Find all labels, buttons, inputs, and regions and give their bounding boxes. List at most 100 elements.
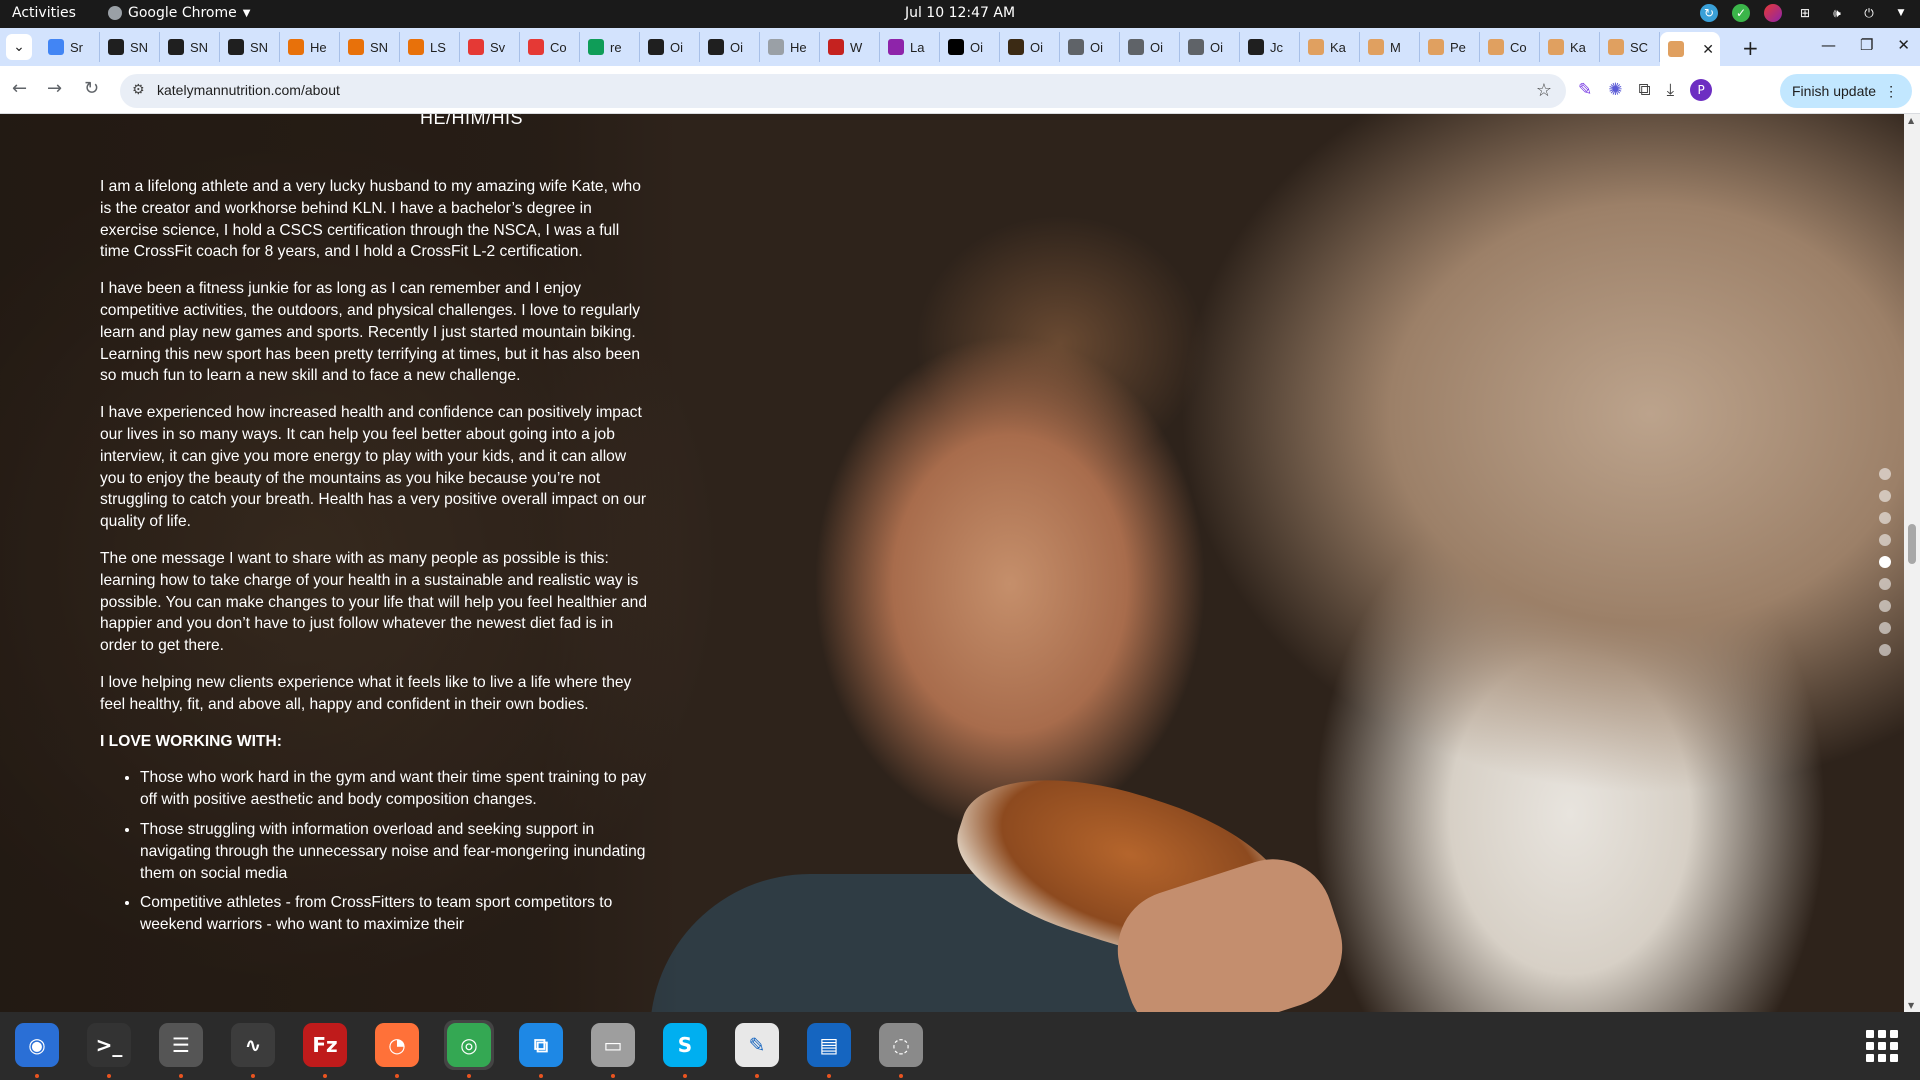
scroll-up-arrow-icon[interactable]: ▲ bbox=[1908, 116, 1914, 125]
tab[interactable]: SC bbox=[1600, 32, 1660, 62]
app-menu[interactable]: Google Chrome ▼ bbox=[108, 5, 250, 21]
tab[interactable]: Ka bbox=[1540, 32, 1600, 62]
close-icon[interactable]: ✕ bbox=[1897, 36, 1910, 54]
activities-button[interactable]: Activities bbox=[12, 5, 76, 21]
tab[interactable]: Oi bbox=[1180, 32, 1240, 62]
ubuntu-dock: ◉ >_ ☰ ∿ Fz ◔ ◎ ⧉ ▭ S ✎ ▤ ◌ bbox=[0, 1012, 1920, 1080]
section-dot[interactable] bbox=[1879, 556, 1891, 568]
dock-disks[interactable]: ◌ bbox=[876, 1020, 926, 1070]
tab[interactable]: SN bbox=[100, 32, 160, 62]
tab[interactable]: Oi bbox=[700, 32, 760, 62]
tab-label: Co bbox=[1510, 39, 1527, 55]
tab[interactable]: re bbox=[580, 32, 640, 62]
tab[interactable]: Jc bbox=[1240, 32, 1300, 62]
tab[interactable]: SN bbox=[340, 32, 400, 62]
tab-label: Oi bbox=[730, 39, 743, 55]
finish-update-button[interactable]: Finish update ⋮ bbox=[1780, 74, 1913, 108]
dock-files[interactable]: ▭ bbox=[588, 1020, 638, 1070]
section-dot[interactable] bbox=[1879, 468, 1891, 480]
back-icon[interactable]: ← bbox=[12, 78, 27, 99]
tab[interactable]: W bbox=[820, 32, 880, 62]
tab[interactable]: SN bbox=[160, 32, 220, 62]
tab[interactable]: Co bbox=[1480, 32, 1540, 62]
owl-icon bbox=[1128, 39, 1144, 55]
restore-icon[interactable]: ❐ bbox=[1860, 36, 1873, 54]
puzzle-icon[interactable]: ⧉ bbox=[1639, 80, 1651, 100]
address-bar[interactable]: ⚙ katelymannutrition.com/about ☆ bbox=[120, 74, 1566, 108]
section-dot[interactable] bbox=[1879, 578, 1891, 590]
gear-extension-icon[interactable]: ✺ bbox=[1608, 80, 1622, 100]
tab-label: He bbox=[790, 39, 807, 55]
site-info-icon[interactable]: ⚙ bbox=[132, 82, 145, 98]
pen-extension-icon[interactable]: ✎ bbox=[1578, 80, 1592, 100]
color-picker-icon[interactable] bbox=[1764, 4, 1782, 22]
section-nav-dots bbox=[1879, 468, 1891, 656]
dock-skype[interactable]: S bbox=[660, 1020, 710, 1070]
section-dot[interactable] bbox=[1879, 600, 1891, 612]
section-dot[interactable] bbox=[1879, 490, 1891, 502]
url-text[interactable]: katelymannutrition.com/about bbox=[157, 82, 340, 98]
dock-filezilla[interactable]: Fz bbox=[300, 1020, 350, 1070]
list-item: Those struggling with information overlo… bbox=[140, 819, 648, 884]
network-icon[interactable]: ⊞ bbox=[1796, 4, 1814, 22]
tab[interactable]: Oi bbox=[940, 32, 1000, 62]
tab[interactable]: M bbox=[1360, 32, 1420, 62]
tab[interactable]: Ka bbox=[1300, 32, 1360, 62]
dock-chrome[interactable]: ◎ bbox=[444, 1020, 494, 1070]
section-dot[interactable] bbox=[1879, 622, 1891, 634]
dock-document-viewer[interactable]: ▤ bbox=[804, 1020, 854, 1070]
tab[interactable]: Oi bbox=[640, 32, 700, 62]
tab-active[interactable]: ✕ bbox=[1660, 32, 1720, 66]
scrollbar-thumb[interactable] bbox=[1908, 524, 1916, 564]
section-dot[interactable] bbox=[1879, 512, 1891, 524]
dock-firefox[interactable]: ◔ bbox=[372, 1020, 422, 1070]
minimize-icon[interactable]: — bbox=[1821, 36, 1836, 54]
tab[interactable]: Co bbox=[520, 32, 580, 62]
scroll-down-arrow-icon[interactable]: ▼ bbox=[1908, 1001, 1914, 1010]
section-dot[interactable] bbox=[1879, 534, 1891, 546]
power-icon[interactable]: ⏻ bbox=[1860, 4, 1878, 22]
dock-text-editor[interactable]: ✎ bbox=[732, 1020, 782, 1070]
forward-icon[interactable]: → bbox=[47, 78, 62, 99]
bookmark-star-icon[interactable]: ☆ bbox=[1536, 80, 1552, 101]
profile-avatar[interactable]: P bbox=[1690, 79, 1713, 101]
reload-icon[interactable]: ↻ bbox=[84, 78, 99, 99]
dock-system-monitor[interactable]: ∿ bbox=[228, 1020, 278, 1070]
chevron-down-icon: ⌄ bbox=[13, 39, 25, 55]
tab[interactable]: Oi bbox=[1000, 32, 1060, 62]
tab[interactable]: Oi bbox=[1120, 32, 1180, 62]
dock-notes[interactable]: ☰ bbox=[156, 1020, 206, 1070]
vscode-icon: ⧉ bbox=[519, 1023, 563, 1067]
chevron-down-icon[interactable]: ▼ bbox=[1892, 4, 1910, 22]
tab[interactable]: He bbox=[280, 32, 340, 62]
tab[interactable]: SN bbox=[220, 32, 280, 62]
close-tab-icon[interactable]: ✕ bbox=[1702, 41, 1714, 58]
page-scrollbar[interactable]: ▲ ▼ bbox=[1904, 114, 1920, 1012]
sn-icon bbox=[108, 39, 124, 55]
show-apps-icon[interactable] bbox=[1866, 1030, 1898, 1062]
cookie-icon bbox=[1668, 41, 1684, 57]
thunderbird-icon: ◉ bbox=[15, 1023, 59, 1067]
download-icon[interactable]: ⤓ bbox=[1667, 80, 1675, 100]
tab[interactable]: He bbox=[760, 32, 820, 62]
tab[interactable]: Sr bbox=[40, 32, 100, 62]
dock-vscode[interactable]: ⧉ bbox=[516, 1020, 566, 1070]
update-icon[interactable]: ↻ bbox=[1700, 4, 1718, 22]
cookie-icon bbox=[1368, 39, 1384, 55]
dock-thunderbird[interactable]: ◉ bbox=[12, 1020, 62, 1070]
tab-search-button[interactable]: ⌄ bbox=[6, 34, 32, 60]
clock[interactable]: Jul 10 12:47 AM bbox=[905, 5, 1015, 21]
tab[interactable]: LS bbox=[400, 32, 460, 62]
tab-label: He bbox=[310, 39, 327, 55]
dock-terminal[interactable]: >_ bbox=[84, 1020, 134, 1070]
check-icon[interactable]: ✓ bbox=[1732, 4, 1750, 22]
love-working-with-list: Those who work hard in the gym and want … bbox=[100, 767, 648, 936]
tab[interactable]: Sv bbox=[460, 32, 520, 62]
tab[interactable]: Oi bbox=[1060, 32, 1120, 62]
tab[interactable]: Pe bbox=[1420, 32, 1480, 62]
chevron-down-icon: ▼ bbox=[242, 7, 251, 19]
volume-icon[interactable]: 🕪 bbox=[1828, 4, 1846, 22]
new-tab-button[interactable]: + bbox=[1742, 36, 1759, 60]
tab[interactable]: La bbox=[880, 32, 940, 62]
section-dot[interactable] bbox=[1879, 644, 1891, 656]
